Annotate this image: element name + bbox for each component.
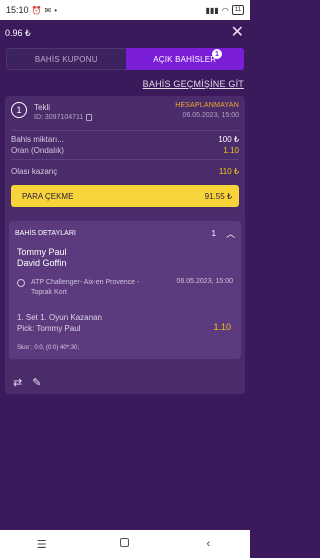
odds-value: 1.10: [223, 146, 239, 155]
bet-details-count: 1: [211, 228, 216, 238]
top-bar: 0.96 ₺ ✕: [0, 20, 250, 46]
signal-icon: ▮▮▮: [205, 5, 219, 15]
potential-win-label: Olası kazanç: [11, 167, 58, 176]
stake-label: Bahis miktarı...: [11, 135, 64, 144]
close-icon[interactable]: ✕: [231, 25, 244, 41]
copy-icon[interactable]: [86, 114, 93, 121]
email-icon: ✉: [44, 5, 52, 15]
stake-row: Bahis miktarı... 100 ₺: [11, 135, 239, 144]
team-away: David Goffin: [17, 258, 67, 268]
status-bar: 15:10 ⏰ ✉ • ▮▮▮ ◠ 11: [0, 0, 250, 20]
divider: [11, 130, 239, 131]
bet-details-title: BAHİS DETAYLARI: [15, 229, 76, 237]
tab-bar: BAHİS KUPONU AÇIK BAHİSLER 1: [6, 48, 244, 70]
bet-card-header: 1 Tekli ID: 3097104711 HESAPLANMAYAN 06.…: [11, 102, 239, 128]
cashout-value: 91.55 ₺: [204, 191, 232, 201]
bet-status: HESAPLANMAYAN: [175, 102, 239, 109]
bet-card: 1 Tekli ID: 3097104711 HESAPLANMAYAN 06.…: [5, 96, 245, 394]
chevron-up-icon[interactable]: ︿: [226, 227, 235, 240]
live-score: Skor : 0:0, (0:0) 40*:30;: [17, 345, 80, 351]
tab-label: AÇIK BAHİSLER: [153, 54, 217, 64]
clock: 15:10: [6, 5, 29, 15]
selection-count: 1: [11, 102, 27, 118]
system-nav-bar: ☰ ‹: [0, 530, 250, 558]
tab-label: BAHİS KUPONU: [34, 54, 98, 64]
odds-row: Oran (Ondalık) 1.10: [11, 146, 239, 155]
team-home: Tommy Paul: [17, 247, 67, 257]
tab-open-bets[interactable]: AÇIK BAHİSLER 1: [125, 48, 244, 70]
balance: 0.96 ₺: [5, 27, 31, 38]
alarm-icon: ⏰: [31, 5, 42, 15]
home-icon[interactable]: [110, 538, 140, 550]
bet-type: Tekli: [34, 103, 51, 112]
card-actions: ⇄ ✎: [13, 376, 41, 389]
market-name: 1. Set 1. Oyun Kazanan: [17, 313, 102, 322]
tab-bet-slip[interactable]: BAHİS KUPONU: [6, 48, 126, 70]
edit-icon[interactable]: ✎: [32, 376, 41, 389]
potential-win-value: 110 ₺: [218, 167, 239, 176]
bet-date: 06.05.2023, 15:00: [182, 112, 239, 119]
rebet-icon[interactable]: ⇄: [13, 376, 22, 389]
potential-win-row: Olası kazanç 110 ₺: [11, 167, 239, 176]
event-name: ATP Challenger- Aix-en Provence - Toprak…: [31, 279, 140, 296]
notification-dot-icon: •: [54, 5, 58, 15]
bet-details-header[interactable]: BAHİS DETAYLARI 1 ︿: [15, 226, 235, 240]
menu-icon[interactable]: ☰: [27, 538, 57, 551]
pick-odds: 1.10: [213, 322, 231, 332]
back-icon[interactable]: ‹: [193, 538, 223, 550]
bet-details-panel: BAHİS DETAYLARI 1 ︿ Tommy Paul David Gof…: [9, 221, 241, 359]
bet-history-link[interactable]: BAHİS GEÇMİŞİNE GİT: [0, 79, 244, 93]
open-bets-count-badge: 1: [212, 49, 222, 59]
bet-id-row: ID: 3097104711: [34, 114, 93, 121]
wifi-icon: ◠: [221, 5, 229, 15]
event-date: 06.05.2023, 15:00: [176, 278, 233, 285]
tennis-ball-icon: [17, 279, 25, 287]
stake-value: 100 ₺: [218, 135, 239, 144]
odds-label: Oran (Ondalık): [11, 146, 64, 155]
cashout-button[interactable]: PARA ÇEKME 91.55 ₺: [11, 185, 239, 207]
divider: [11, 159, 239, 160]
cashout-label: PARA ÇEKME: [22, 191, 74, 201]
pick: Pick: Tommy Paul: [17, 324, 81, 333]
bet-id: ID: 3097104711: [34, 114, 84, 121]
battery-icon: 11: [231, 5, 244, 15]
